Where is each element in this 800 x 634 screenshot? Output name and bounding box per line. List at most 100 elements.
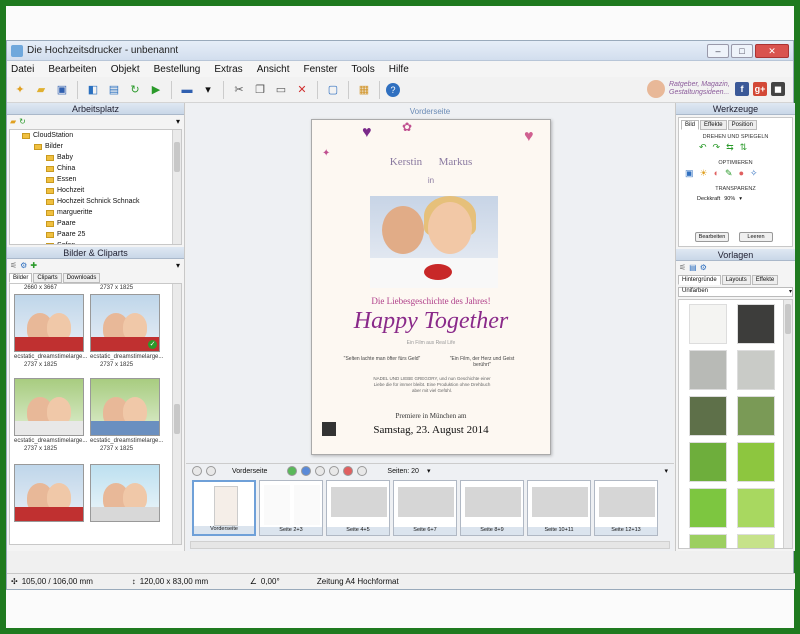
page-icon[interactable]: ◧: [84, 81, 102, 99]
flip-vertical-icon[interactable]: ⇅: [740, 142, 748, 153]
image-thumb[interactable]: [90, 378, 160, 436]
tree-item[interactable]: Essen: [10, 174, 181, 185]
filmstrip-thumb-10-11[interactable]: Seite 10+11: [527, 480, 591, 536]
menu-hilfe[interactable]: Hilfe: [389, 64, 409, 75]
tree-item[interactable]: Sofan: [10, 240, 181, 244]
add-page-icon[interactable]: [287, 466, 298, 476]
tree-item[interactable]: Hochzeit Schnick Schnack: [10, 196, 181, 207]
menu-extras[interactable]: Extras: [214, 64, 242, 75]
menu-datei[interactable]: Datei: [11, 64, 34, 75]
tree-item[interactable]: Paare 25: [10, 229, 181, 240]
color-swatch[interactable]: [689, 396, 727, 436]
couple-photo[interactable]: [370, 196, 498, 288]
cut-icon[interactable]: ✂: [230, 81, 248, 99]
swatch-scrollbar[interactable]: [783, 300, 792, 548]
refresh-icon[interactable]: ↻: [126, 81, 144, 99]
image-thumb[interactable]: [90, 464, 160, 522]
tree-scrollbar[interactable]: [172, 130, 181, 244]
folder-add-icon[interactable]: ▰: [10, 117, 16, 126]
filter-select[interactable]: Unifarben ▾: [678, 287, 793, 297]
chevron-down-icon[interactable]: ▾: [427, 467, 431, 475]
view-icon[interactable]: ⚟: [10, 261, 17, 270]
folder-tree[interactable]: CloudStation Bilder Baby China Essen Hochzeit…: [9, 129, 182, 245]
magic-wand-icon[interactable]: ✧: [750, 168, 758, 179]
color-icon[interactable]: ✎: [725, 168, 733, 179]
remove-page-icon[interactable]: [343, 466, 354, 476]
color-swatch[interactable]: [737, 350, 775, 390]
menu-ansicht[interactable]: Ansicht: [257, 64, 290, 75]
filmstrip-thumb-12-13[interactable]: Seite 12+13: [594, 480, 658, 536]
layout-icon[interactable]: ▤: [689, 263, 697, 272]
color-swatch[interactable]: [737, 396, 775, 436]
color-swatch[interactable]: [689, 442, 727, 482]
copy-icon[interactable]: ❐: [251, 81, 269, 99]
page-icon[interactable]: [329, 466, 340, 476]
transparency-mode[interactable]: Deckkraft: [697, 196, 720, 202]
tab-effekte[interactable]: Effekte: [700, 120, 727, 130]
help-icon[interactable]: ?: [386, 82, 400, 97]
clear-button[interactable]: Leeren: [739, 232, 773, 242]
image-thumb[interactable]: [14, 378, 84, 436]
menu-bearbeiten[interactable]: Bearbeiten: [48, 64, 96, 75]
filmstrip-thumb-4-5[interactable]: Seite 4+5: [326, 480, 390, 536]
tab-hintergruende[interactable]: Hintergründe: [678, 275, 721, 285]
tree-item[interactable]: China: [10, 163, 181, 174]
share-icon[interactable]: ◼: [771, 82, 785, 96]
red-eye-icon[interactable]: ●: [739, 168, 744, 179]
page-icon[interactable]: [315, 466, 326, 476]
filmstrip-scrollbar[interactable]: [190, 541, 670, 549]
image-thumb[interactable]: [14, 464, 84, 522]
dropdown-icon[interactable]: ▾: [176, 117, 180, 126]
print-icon[interactable]: ▬: [178, 81, 196, 99]
rotate-left-icon[interactable]: ↶: [699, 142, 707, 153]
tree-item[interactable]: Paare: [10, 218, 181, 229]
delete-icon[interactable]: ✕: [293, 81, 311, 99]
transparency-value[interactable]: 90%: [724, 196, 735, 202]
tab-cliparts[interactable]: Cliparts: [33, 273, 62, 283]
filmstrip-thumb-2-3[interactable]: Seite 2+3: [259, 480, 323, 536]
menu-fenster[interactable]: Fenster: [303, 64, 337, 75]
add-page-icon[interactable]: [301, 466, 312, 476]
page-icon[interactable]: [357, 466, 368, 476]
color-swatch[interactable]: [689, 304, 727, 344]
minimize-button[interactable]: –: [707, 43, 729, 58]
refresh-icon[interactable]: ↻: [19, 117, 26, 126]
export-icon[interactable]: ▶: [147, 81, 165, 99]
contrast-icon[interactable]: ◐: [714, 168, 719, 179]
open-folder-icon[interactable]: ▰: [32, 81, 50, 99]
filmstrip-thumb-8-9[interactable]: Seite 8+9: [460, 480, 524, 536]
rotate-right-icon[interactable]: ↷: [713, 142, 721, 153]
flip-horizontal-icon[interactable]: ⇆: [726, 142, 734, 153]
color-swatch[interactable]: [737, 442, 775, 482]
brightness-icon[interactable]: ☀: [700, 168, 708, 179]
poster-page[interactable]: ♥ ♥ ✿ ✦ Kerstin Markus in Die Liebesgesc…: [311, 119, 551, 455]
order-icon[interactable]: ▦: [355, 81, 373, 99]
save-icon[interactable]: ▣: [53, 81, 71, 99]
tree-item[interactable]: margueritte: [10, 207, 181, 218]
color-swatch[interactable]: [689, 350, 727, 390]
close-button[interactable]: ✕: [755, 43, 789, 58]
google-plus-icon[interactable]: g+: [753, 82, 767, 96]
new-file-icon[interactable]: ✦: [11, 81, 29, 99]
dropdown-icon[interactable]: ▾: [176, 261, 180, 270]
crop-icon[interactable]: ▣: [685, 168, 694, 179]
menu-objekt[interactable]: Objekt: [111, 64, 140, 75]
layout-icon[interactable]: ▤: [105, 81, 123, 99]
tab-bild[interactable]: Bild: [681, 120, 700, 130]
tab-downloads[interactable]: Downloads: [62, 273, 101, 283]
filmstrip-thumb-vorderseite[interactable]: Vorderseite: [192, 480, 256, 536]
paste-icon[interactable]: ▭: [272, 81, 290, 99]
tab-position[interactable]: Position: [727, 120, 757, 130]
image-grid-scrollbar[interactable]: [172, 284, 181, 544]
tree-item[interactable]: Baby: [10, 152, 181, 163]
chevron-down-icon[interactable]: ▾: [739, 196, 742, 202]
tab-layouts[interactable]: Layouts: [721, 275, 751, 285]
dropdown-icon[interactable]: ▾: [199, 81, 217, 99]
color-swatch[interactable]: [689, 488, 727, 528]
facebook-icon[interactable]: f: [735, 82, 749, 96]
view-icon[interactable]: ⚟: [679, 263, 686, 272]
tree-item[interactable]: Bilder: [10, 141, 181, 152]
nav-icon[interactable]: [206, 466, 216, 476]
edit-button[interactable]: Bearbeiten: [695, 232, 729, 242]
tree-item[interactable]: Hochzeit: [10, 185, 181, 196]
